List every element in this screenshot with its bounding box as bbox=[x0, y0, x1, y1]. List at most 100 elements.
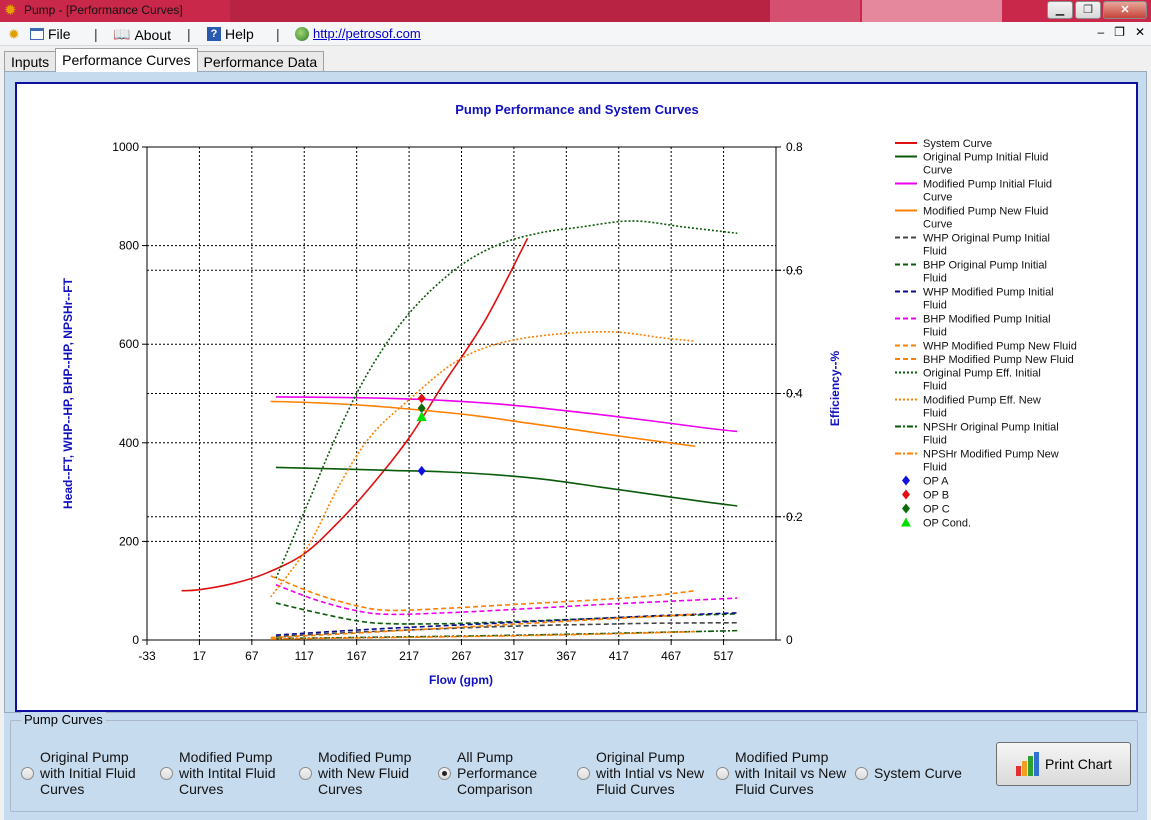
radio-original-initial-vs-new[interactable]: Original Pump with Intial vs New Fluid C… bbox=[577, 749, 704, 797]
operating-point-marker bbox=[417, 393, 426, 404]
x-tick-label: 67 bbox=[245, 649, 259, 663]
x-tick-label: 217 bbox=[399, 649, 419, 663]
radio-original-initial[interactable]: Original Pump with Initial Fluid Curves bbox=[21, 749, 136, 797]
menu-separator: | bbox=[187, 26, 191, 42]
legend-label-line: BHP Original Pump Initial bbox=[923, 260, 1047, 272]
menu-website[interactable]: http://petrosof.com bbox=[295, 26, 421, 41]
y-axis-label: Head--FT, WHP--HP, BHP--HP, NPSHr--FT bbox=[61, 277, 75, 509]
legend-label-line: BHP Modified Pump Initial bbox=[923, 314, 1051, 326]
restore-button[interactable]: ❐ bbox=[1075, 1, 1101, 19]
menu-about-label: About bbox=[134, 26, 172, 43]
y-tick-label: 800 bbox=[119, 239, 139, 253]
legend-label-line: Fluid bbox=[923, 327, 947, 339]
close-button[interactable]: ✕ bbox=[1103, 1, 1147, 19]
y2-tick-label: 0.2 bbox=[786, 510, 803, 524]
legend-label-line: WHP Original Pump Initial bbox=[923, 233, 1050, 245]
series-line bbox=[275, 584, 738, 616]
y-tick-label: 0 bbox=[132, 633, 139, 647]
chart-title: Pump Performance and System Curves bbox=[455, 102, 698, 117]
radio-dot-selected[interactable] bbox=[438, 766, 451, 780]
menu-sun-icon[interactable]: ✹ bbox=[8, 26, 20, 43]
y-tick-label: 200 bbox=[119, 534, 139, 548]
y2-tick-label: 0.6 bbox=[786, 263, 803, 277]
menu-help[interactable]: ? Help bbox=[207, 26, 254, 42]
series-line bbox=[270, 575, 696, 612]
radio-modified-initial[interactable]: Modified Pump with Intital Fluid Curves bbox=[160, 749, 275, 797]
x-tick-label: 467 bbox=[661, 649, 681, 663]
legend-label: Modified Pump New Fluid Curve bbox=[923, 206, 1048, 231]
legend-label: OP B bbox=[923, 490, 949, 502]
x-tick-label: 17 bbox=[193, 649, 207, 663]
radio-modified-new[interactable]: Modified Pump with New Fluid Curves bbox=[299, 749, 411, 797]
y2-tick-label: 0.8 bbox=[786, 140, 803, 154]
globe-icon bbox=[295, 26, 309, 41]
mdi-minimize-icon[interactable]: – bbox=[1097, 25, 1104, 39]
chart-panel: Pump Performance and System Curves -33 17 6… bbox=[4, 71, 1147, 713]
radio-all-comparison[interactable]: All Pump Performance Comparison bbox=[438, 749, 537, 797]
blurred-taskbar-item bbox=[770, 0, 860, 22]
legend-label: WHP Original Pump Initial Fluid bbox=[923, 233, 1050, 258]
legend-label: NPSHr Modified Pump New Fluid bbox=[923, 449, 1059, 474]
pump-curves-group: Pump Curves Original Pump with Initial F… bbox=[10, 712, 1138, 812]
series-line bbox=[275, 396, 738, 433]
radio-label: Modified Pump with Intital Fluid Curves bbox=[179, 749, 276, 797]
menu-bar: ✹ File | 📖 About | ? Help | http://petroso… bbox=[0, 22, 1151, 46]
legend-label: BHP Modified Pump New Fluid bbox=[923, 354, 1074, 366]
radio-dot[interactable] bbox=[855, 766, 868, 780]
y2-tick-label: 0.4 bbox=[786, 387, 803, 401]
radio-dot[interactable] bbox=[716, 766, 729, 780]
book-icon: 📖 bbox=[113, 26, 131, 42]
legend-label-line: BHP Modified Pump New Fluid bbox=[923, 354, 1074, 366]
x-axis-label: Flow (gpm) bbox=[429, 673, 493, 687]
window-icon bbox=[30, 28, 44, 40]
series-line bbox=[181, 237, 529, 592]
x-tick-label: 267 bbox=[451, 649, 471, 663]
tab-strip: Inputs Performance Curves Performance Da… bbox=[4, 48, 325, 72]
tab-performance-data[interactable]: Performance Data bbox=[196, 51, 325, 72]
legend-label-line: System Curve bbox=[923, 138, 992, 150]
legend-marker bbox=[902, 475, 910, 486]
mdi-close-icon[interactable]: ✕ bbox=[1135, 25, 1145, 39]
radio-dot[interactable] bbox=[160, 766, 173, 780]
radio-dot[interactable] bbox=[577, 766, 590, 780]
legend-label-line: Original Pump Eff. Initial bbox=[923, 368, 1041, 380]
menu-about[interactable]: 📖 About bbox=[113, 26, 171, 43]
radio-system-curve[interactable]: System Curve bbox=[855, 765, 962, 781]
tab-performance-curves[interactable]: Performance Curves bbox=[55, 48, 198, 72]
minimize-button[interactable]: ▁ bbox=[1047, 1, 1073, 19]
legend-label-line: Fluid bbox=[923, 300, 947, 312]
legend-label-line: WHP Modified Pump Initial bbox=[923, 287, 1054, 299]
tab-inputs[interactable]: Inputs bbox=[4, 51, 57, 72]
menu-separator: | bbox=[94, 26, 98, 42]
legend-label: OP A bbox=[923, 476, 949, 488]
radio-dot[interactable] bbox=[21, 766, 34, 780]
bar-chart-icon bbox=[1016, 752, 1040, 776]
legend-label-line: Modified Pump New Fluid bbox=[923, 206, 1048, 218]
title-bar: ✹ Pump - [Performance Curves] ▁ ❐ ✕ bbox=[0, 0, 1151, 22]
blurred-taskbar-item bbox=[862, 0, 1002, 22]
legend-label-line: Modified Pump Initial Fluid bbox=[923, 179, 1052, 191]
legend-label: WHP Modified Pump Initial Fluid bbox=[923, 287, 1054, 312]
legend-label: Modified Pump Initial Fluid Curve bbox=[923, 179, 1052, 204]
legend-label-line: Curve bbox=[923, 192, 952, 204]
performance-chart: Pump Performance and System Curves -33 17 6… bbox=[61, 102, 1077, 687]
blurred-taskbar bbox=[230, 0, 770, 22]
radio-label: All Pump Performance Comparison bbox=[457, 749, 538, 797]
menu-file-label: File bbox=[48, 26, 71, 42]
print-chart-button[interactable]: Print Chart bbox=[996, 742, 1131, 786]
radio-label: Original Pump with Intial vs New Fluid C… bbox=[596, 749, 705, 797]
window-title: Pump - [Performance Curves] bbox=[24, 3, 183, 17]
legend-label: BHP Original Pump Initial Fluid bbox=[923, 260, 1047, 285]
legend-label: OP Cond. bbox=[923, 518, 971, 530]
x-tick-label: -33 bbox=[138, 649, 156, 663]
legend-label-line: Fluid bbox=[923, 273, 947, 285]
radio-modified-initial-vs-new[interactable]: Modified Pump with Initail vs New Fluid … bbox=[716, 749, 846, 797]
menu-file[interactable]: File bbox=[30, 26, 71, 42]
x-tick-label: 367 bbox=[556, 649, 576, 663]
radio-label: Original Pump with Initial Fluid Curves bbox=[40, 749, 136, 797]
legend-marker bbox=[902, 503, 910, 514]
radio-dot[interactable] bbox=[299, 766, 312, 780]
radio-label: Modified Pump with New Fluid Curves bbox=[318, 749, 412, 797]
group-title: Pump Curves bbox=[21, 712, 106, 727]
mdi-restore-icon[interactable]: ❐ bbox=[1114, 25, 1125, 39]
